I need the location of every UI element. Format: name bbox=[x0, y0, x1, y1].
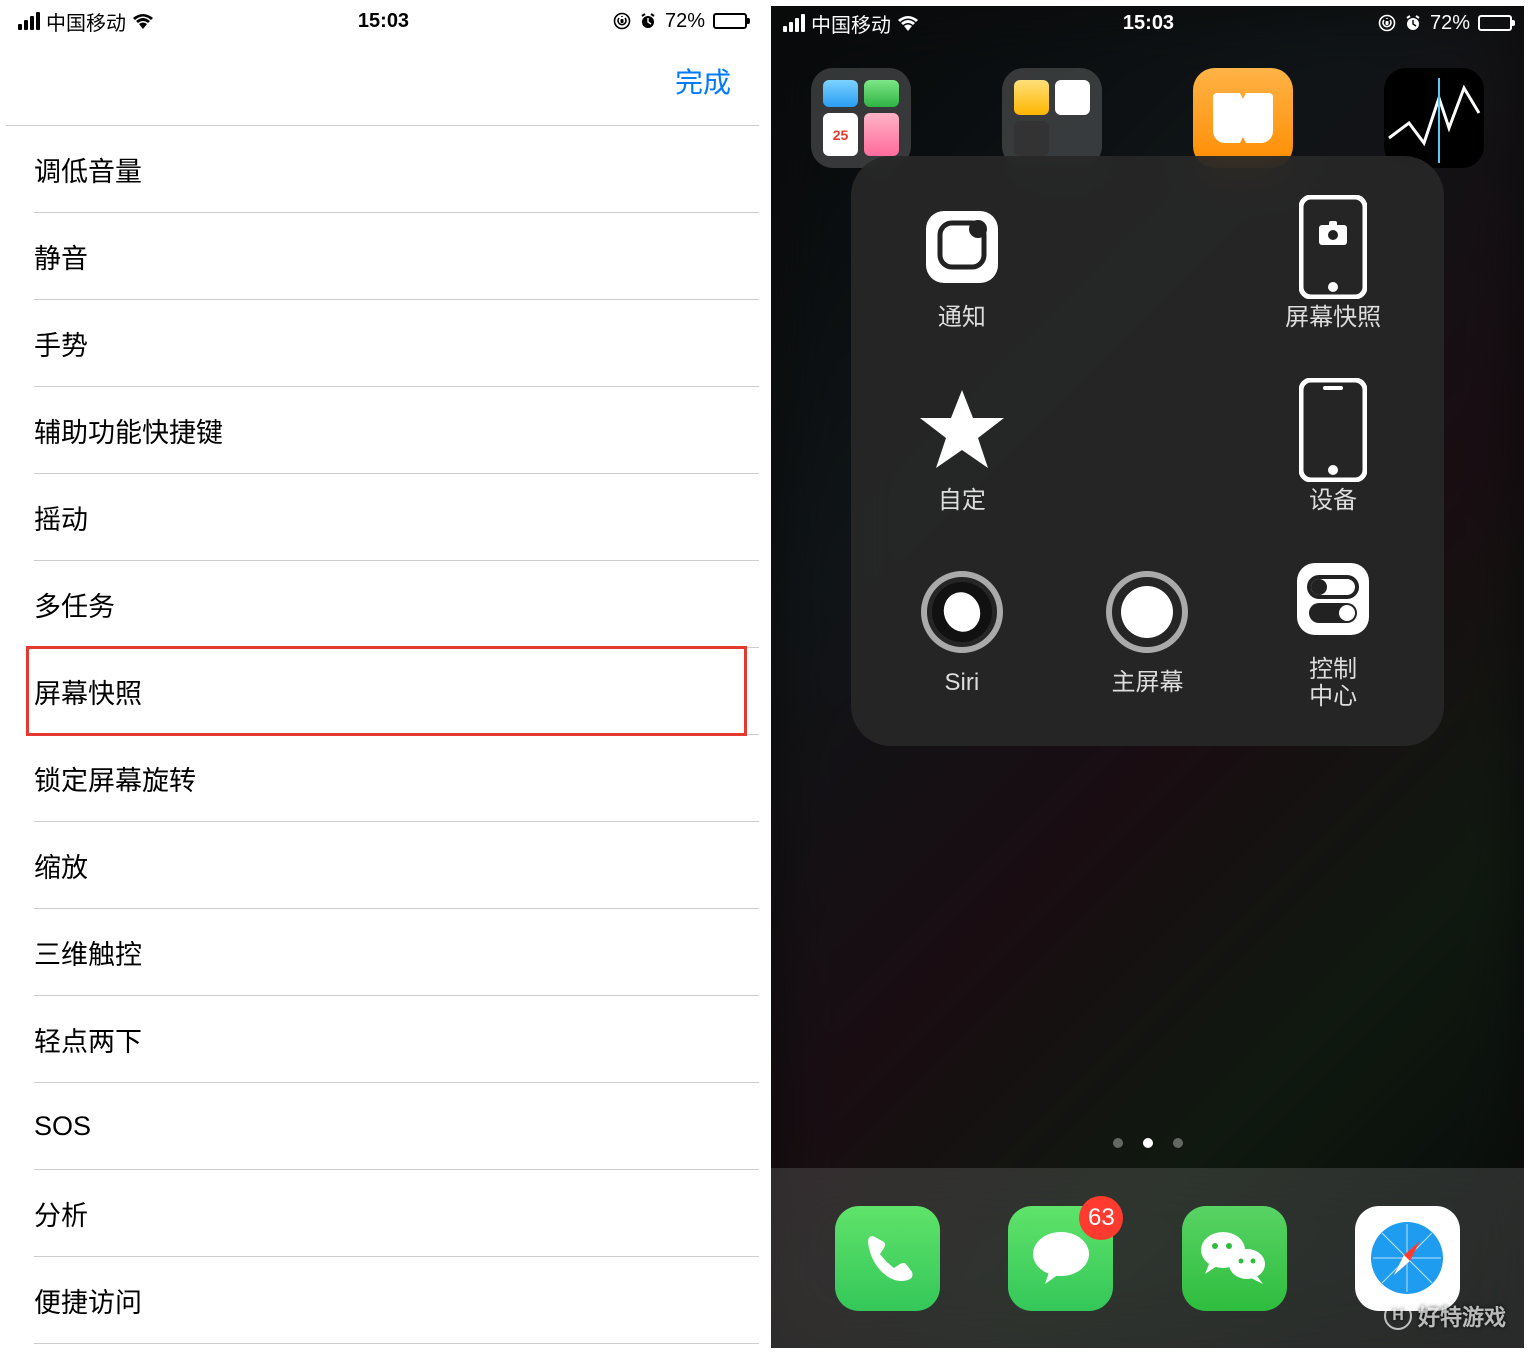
settings-row-label: 锁定屏幕旋转 bbox=[34, 759, 196, 798]
carrier-label: 中国移动 bbox=[46, 7, 126, 36]
wechat-app-icon[interactable] bbox=[1182, 1206, 1287, 1311]
settings-row-label: 辅助功能快捷键 bbox=[34, 411, 223, 450]
watermark-badge: H bbox=[1384, 1302, 1412, 1330]
at-label: 通知 bbox=[938, 305, 986, 331]
at-label: 主屏幕 bbox=[1111, 670, 1183, 696]
at-label: 设备 bbox=[1309, 488, 1357, 514]
status-bar: 中国移动 15:03 72% bbox=[6, 6, 759, 36]
settings-row-label: 轻点两下 bbox=[34, 1020, 142, 1059]
settings-row[interactable]: 缩放 bbox=[34, 822, 759, 909]
settings-row[interactable]: 便捷访问 bbox=[34, 1257, 759, 1344]
settings-row-label: SOS bbox=[34, 1111, 91, 1142]
at-siri[interactable]: Siri bbox=[875, 545, 1049, 718]
stocks-icon[interactable] bbox=[1384, 68, 1484, 168]
wifi-icon bbox=[132, 13, 154, 29]
page-indicator[interactable] bbox=[771, 1138, 1524, 1148]
watermark-text: 好特游戏 bbox=[1418, 1300, 1506, 1332]
battery-icon bbox=[713, 13, 747, 29]
at-device[interactable]: 设备 bbox=[1246, 363, 1420, 536]
settings-row[interactable]: 静音 bbox=[34, 213, 759, 300]
screenshot-icon bbox=[1287, 201, 1379, 293]
safari-app-icon[interactable] bbox=[1355, 1206, 1460, 1311]
carrier-label: 中国移动 bbox=[811, 9, 891, 38]
app-row: 25 bbox=[811, 68, 1484, 168]
app-folder[interactable] bbox=[1002, 68, 1102, 168]
settings-row[interactable]: 锁定屏幕旋转 bbox=[34, 735, 759, 822]
siri-icon bbox=[916, 566, 1008, 658]
battery-pct: 72% bbox=[1430, 12, 1470, 35]
settings-row-label: 便捷访问 bbox=[34, 1281, 142, 1320]
settings-screen: 中国移动 15:03 72% 完成 调低音量静音手势辅助功能快捷键摇动多任务屏幕… bbox=[0, 0, 765, 1354]
settings-row[interactable]: 屏幕快照 bbox=[34, 648, 759, 735]
rotation-lock-icon bbox=[613, 12, 631, 30]
messages-app-icon[interactable]: 63 bbox=[1008, 1206, 1113, 1311]
settings-row[interactable]: 多任务 bbox=[34, 561, 759, 648]
device-icon bbox=[1287, 384, 1379, 476]
settings-row-label: 手势 bbox=[34, 324, 88, 363]
at-label: 控制 中心 bbox=[1309, 657, 1357, 710]
at-label: 屏幕快照 bbox=[1285, 305, 1381, 331]
home-icon bbox=[1101, 566, 1193, 658]
settings-row[interactable]: 轻点两下 bbox=[34, 996, 759, 1083]
settings-row[interactable]: 辅助功能快捷键 bbox=[34, 387, 759, 474]
alarm-icon bbox=[1404, 14, 1422, 32]
ibooks-icon[interactable] bbox=[1193, 68, 1293, 168]
settings-row[interactable]: 分析 bbox=[34, 1170, 759, 1257]
assistivetouch-panel: 通知 屏幕快照 自定 设备 Siri bbox=[851, 156, 1444, 746]
notification-icon bbox=[916, 201, 1008, 293]
settings-row-label: 多任务 bbox=[34, 585, 115, 624]
settings-row[interactable]: 三维触控 bbox=[34, 909, 759, 996]
at-home[interactable]: 主屏幕 bbox=[1061, 545, 1235, 718]
settings-row-label: 缩放 bbox=[34, 846, 88, 885]
settings-row-label: 静音 bbox=[34, 237, 88, 276]
settings-row-label: 屏幕快照 bbox=[34, 672, 142, 711]
alarm-icon bbox=[639, 12, 657, 30]
rotation-lock-icon bbox=[1378, 14, 1396, 32]
phone-app-icon[interactable] bbox=[835, 1206, 940, 1311]
settings-row-label: 调低音量 bbox=[34, 150, 142, 189]
home-screen: 中国移动 15:03 72% 25 bbox=[765, 0, 1530, 1354]
star-icon bbox=[916, 384, 1008, 476]
settings-row[interactable]: 调低音量 bbox=[34, 126, 759, 213]
watermark: H 好特游戏 bbox=[1384, 1300, 1506, 1332]
messages-badge: 63 bbox=[1079, 1196, 1123, 1240]
control-center-icon bbox=[1287, 553, 1379, 645]
app-folder[interactable]: 25 bbox=[811, 68, 911, 168]
status-bar: 中国移动 15:03 72% bbox=[771, 6, 1524, 40]
settings-row-label: 摇动 bbox=[34, 498, 88, 537]
at-label: Siri bbox=[944, 670, 979, 696]
at-label: 自定 bbox=[938, 488, 986, 514]
at-screenshot[interactable]: 屏幕快照 bbox=[1246, 180, 1420, 353]
signal-icon bbox=[18, 12, 40, 30]
at-custom[interactable]: 自定 bbox=[875, 363, 1049, 536]
clock: 15:03 bbox=[1123, 12, 1174, 35]
battery-pct: 72% bbox=[665, 10, 705, 33]
at-notification[interactable]: 通知 bbox=[875, 180, 1049, 353]
done-button[interactable]: 完成 bbox=[675, 61, 731, 101]
settings-row[interactable]: 手势 bbox=[34, 300, 759, 387]
settings-row-label: 三维触控 bbox=[34, 933, 142, 972]
nav-bar: 完成 bbox=[6, 36, 759, 126]
signal-icon bbox=[783, 14, 805, 32]
settings-row-label: 分析 bbox=[34, 1194, 88, 1233]
settings-row[interactable]: SOS bbox=[34, 1083, 759, 1170]
at-control-center[interactable]: 控制 中心 bbox=[1246, 545, 1420, 718]
wifi-icon bbox=[897, 15, 919, 31]
settings-list[interactable]: 调低音量静音手势辅助功能快捷键摇动多任务屏幕快照锁定屏幕旋转缩放三维触控轻点两下… bbox=[6, 126, 759, 1348]
clock: 15:03 bbox=[358, 10, 409, 33]
battery-icon bbox=[1478, 15, 1512, 31]
settings-row[interactable]: 摇动 bbox=[34, 474, 759, 561]
